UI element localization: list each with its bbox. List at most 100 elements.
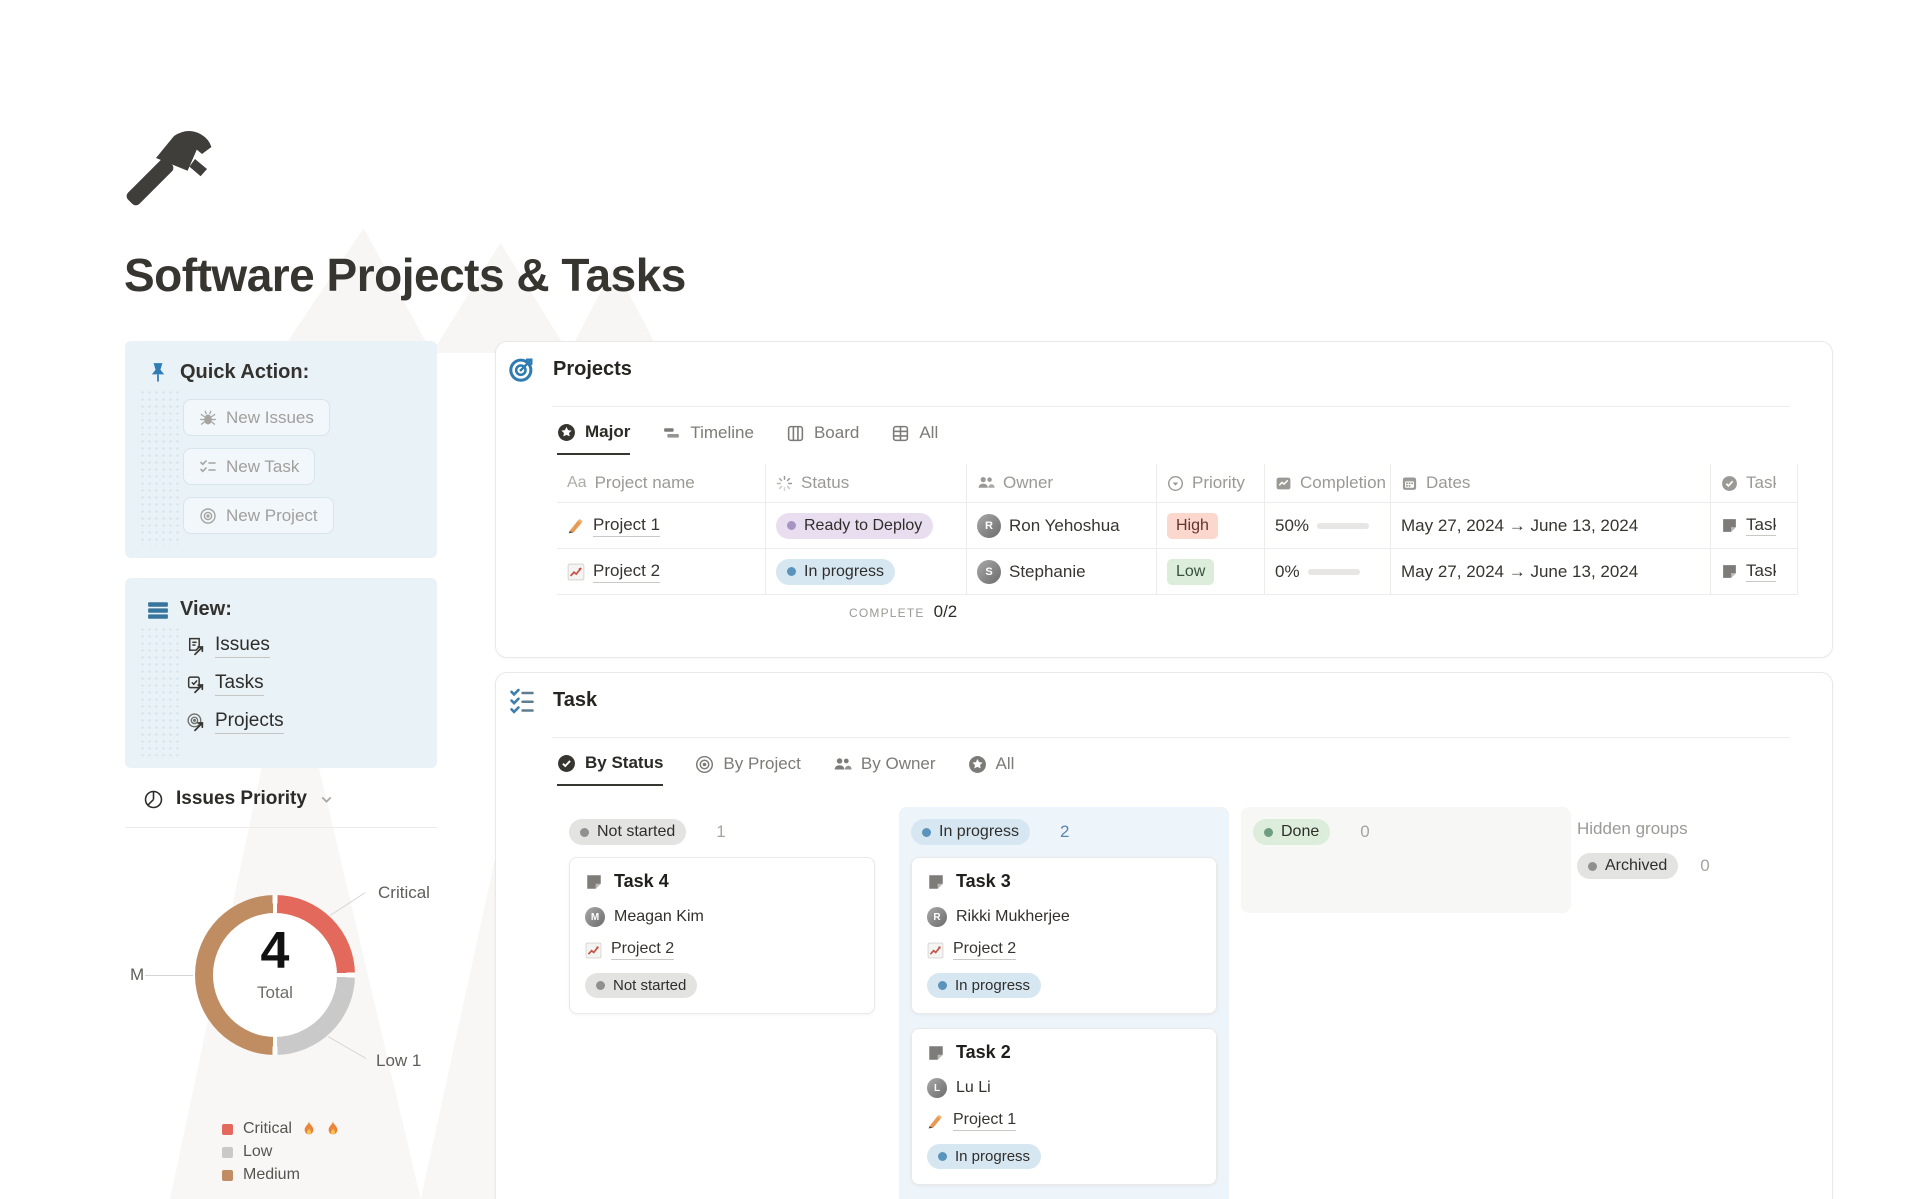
completion-value: 0% [1275,562,1300,582]
project-name-cell[interactable]: Project 2 [557,549,766,594]
pie-chart-icon [143,789,164,810]
project-link[interactable]: Project 1 [593,515,660,537]
kanban-column-header[interactable]: Done 0 [1241,807,1571,855]
calc-value: 0/2 [934,602,958,622]
target-icon [199,507,217,525]
page-icon [927,1044,945,1062]
projects-card: Projects Major Timeline [495,341,1833,658]
column-header-dates[interactable]: Dates [1391,464,1711,502]
page-icon [1721,517,1738,534]
completion-cell[interactable]: 0% [1265,549,1391,594]
column-header-completion[interactable]: Completion [1265,464,1391,502]
table-row-project-1: Project 1 Ready to Deploy R Ron Yehoshua… [557,502,1798,548]
group-count: 0 [1360,822,1369,842]
project-name-cell[interactable]: Project 1 [557,503,766,548]
status-dot [1264,828,1273,837]
task-relation-link[interactable]: Tasks [1746,515,1776,536]
column-header-owner[interactable]: Owner [967,464,1157,502]
owner-cell[interactable]: R Ron Yehoshua [967,503,1157,548]
avatar: S [977,560,1001,584]
group-label: Done [1281,823,1319,841]
hammer-icon[interactable] [126,122,222,223]
column-header-project-name[interactable]: Aa Project name [557,464,766,502]
priority-cell[interactable]: High [1157,503,1265,548]
priority-cell[interactable]: Low [1157,549,1265,594]
sidebar-link-tasks-label: Tasks [215,672,264,696]
timeline-icon [662,424,681,443]
project-link[interactable]: Project 2 [593,561,660,583]
task-relation-link[interactable]: Tasks [1746,561,1776,582]
new-issues-button[interactable]: New Issues [183,399,330,436]
calc-label: COMPLETE [849,606,925,620]
chevron-down-icon [319,792,334,807]
tab-by-owner-label: By Owner [861,754,936,774]
spinner-icon [776,475,793,492]
task-project-link[interactable]: Project 2 [953,940,1016,960]
tasks-cell[interactable]: Tasks [1711,503,1798,548]
tab-board[interactable]: Board [786,422,859,455]
task-project-link[interactable]: Project 1 [953,1111,1016,1131]
avatar: L [927,1078,947,1098]
page-icon [1721,563,1738,580]
task-owner: Lu Li [956,1079,991,1097]
target-blue-icon [508,355,536,383]
sidebar-link-issues[interactable]: Issues [185,634,284,658]
dates-cell[interactable]: May 27, 2024 → June 13, 2024 [1391,503,1711,548]
kanban-column-header[interactable]: In progress 2 [899,807,1229,855]
task-project-link[interactable]: Project 2 [611,940,674,960]
callout-line [145,975,193,976]
status-cell[interactable]: In progress [766,549,967,594]
group-pill: In progress [911,819,1030,845]
legend-swatch [222,1147,233,1158]
calendar-icon [1401,475,1418,492]
hidden-groups: Hidden groups Archived 0 [1577,819,1710,879]
tab-timeline[interactable]: Timeline [662,422,754,455]
status-cell[interactable]: Ready to Deploy [766,503,967,548]
tab-major[interactable]: Major [557,422,630,455]
donut-center: 4 Total [195,925,355,1003]
task-arrow-icon [185,674,206,695]
sidebar-link-projects-label: Projects [215,710,284,734]
status-dot [938,1152,947,1161]
donut-legend: Critical Low Medium [222,1120,340,1184]
group-label: Not started [597,823,675,841]
column-header-tasks[interactable]: Tasks [1711,464,1798,502]
priority-icon [1167,475,1184,492]
sidebar-link-issues-label: Issues [215,634,270,658]
tab-by-project-label: By Project [723,754,800,774]
sidebar-link-tasks[interactable]: Tasks [185,672,284,696]
column-header-priority[interactable]: Priority [1157,464,1265,502]
new-project-button[interactable]: New Project [183,497,334,534]
new-project-label: New Project [226,506,318,526]
checklist-icon [199,458,217,476]
owner-cell[interactable]: S Stephanie [967,549,1157,594]
task-card-title: Task [553,689,597,712]
task-card-task-4[interactable]: Task 4 M Meagan Kim Project 2 Not starte… [569,857,875,1014]
task-card-task-2[interactable]: Task 2 L Lu Li Project 1 In progress [911,1028,1217,1185]
sidebar-link-projects[interactable]: Projects [185,710,284,734]
view-title: View: [180,598,232,621]
hidden-group-archived[interactable]: Archived 0 [1577,853,1710,879]
column-header-status[interactable]: Status [766,464,967,502]
task-card-task-3[interactable]: Task 3 R Rikki Mukherjee Project 2 In pr… [911,857,1217,1014]
dates-cell[interactable]: May 27, 2024 → June 13, 2024 [1391,549,1711,594]
issues-priority-toggle[interactable]: Issues Priority [143,788,334,810]
column-label: Priority [1192,473,1245,493]
kanban-column-header[interactable]: Not started 1 [557,807,887,855]
status-pill: Ready to Deploy [776,513,933,539]
status-label: Ready to Deploy [804,517,922,535]
target-arrow-icon [185,712,206,733]
completion-cell[interactable]: 50% [1265,503,1391,548]
tab-by-status[interactable]: By Status [557,753,663,786]
status-dot [787,521,796,530]
page-title: Software Projects & Tasks [124,248,686,302]
table-calculation[interactable]: COMPLETE 0/2 [849,602,957,622]
new-task-button[interactable]: New Task [183,448,315,485]
tasks-cell[interactable]: Tasks [1711,549,1798,594]
tab-all[interactable]: All [891,422,938,455]
tab-by-owner[interactable]: By Owner [833,753,936,786]
tab-all-tasks[interactable]: All [968,753,1015,786]
tab-by-project[interactable]: By Project [695,753,800,786]
tab-major-label: Major [585,422,630,442]
task-owner: Rikki Mukherjee [956,908,1070,926]
